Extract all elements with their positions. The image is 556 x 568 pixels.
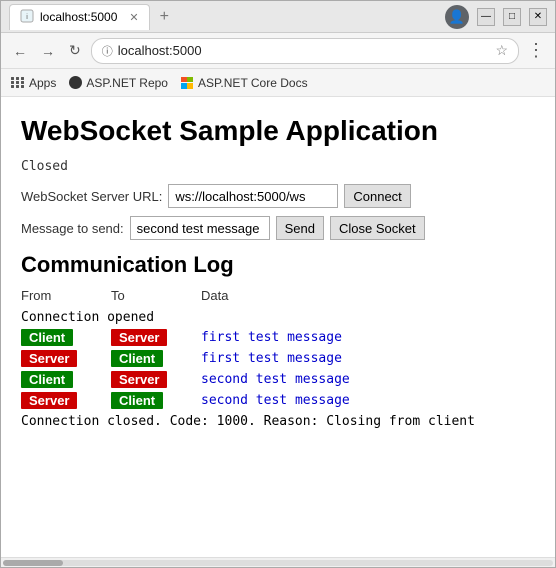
- bookmark-apps[interactable]: Apps: [11, 76, 56, 90]
- close-btn[interactable]: ✕: [529, 8, 547, 26]
- col-header-from: From: [21, 286, 111, 307]
- log-to-cell: Server: [111, 327, 201, 348]
- log-data-cell: first test message: [201, 327, 535, 348]
- log-data-cell: second test message: [201, 390, 535, 411]
- bookmarks-bar: Apps ASP.NET Repo ASP.NET Core Docs: [1, 69, 555, 97]
- log-from-cell: Client: [21, 369, 111, 390]
- page-title: WebSocket Sample Application: [21, 115, 535, 147]
- address-text: localhost:5000: [118, 43, 491, 58]
- horizontal-scrollbar[interactable]: [1, 557, 555, 567]
- log-to-cell: Server: [111, 369, 201, 390]
- profile-btn[interactable]: 👤: [445, 5, 469, 29]
- col-header-to: To: [111, 286, 201, 307]
- bookmark-apps-label: Apps: [29, 76, 56, 90]
- browser-menu-btn[interactable]: ⋮: [525, 40, 547, 61]
- bookmark-aspnet-core-docs-label: ASP.NET Core Docs: [198, 76, 308, 90]
- lock-icon: ⓘ: [102, 43, 113, 59]
- log-from-cell: Server: [21, 390, 111, 411]
- msg-input[interactable]: [130, 216, 270, 240]
- maximize-btn[interactable]: □: [503, 8, 521, 26]
- github-icon: [68, 76, 82, 90]
- log-info-row: Connection closed. Code: 1000. Reason: C…: [21, 411, 535, 431]
- bookmark-aspnet-repo[interactable]: ASP.NET Repo: [68, 76, 168, 90]
- table-row: ClientServersecond test message: [21, 369, 535, 390]
- log-to-cell: Client: [111, 348, 201, 369]
- log-to-cell: Client: [111, 390, 201, 411]
- browser-window: i localhost:5000 ✕ + 👤 — □ ✕ ← → ↻ ⓘ loc…: [0, 0, 556, 568]
- table-row: ServerClientfirst test message: [21, 348, 535, 369]
- tab-close-btn[interactable]: ✕: [129, 11, 138, 24]
- scroll-thumb[interactable]: [3, 560, 63, 566]
- message-row: Message to send: Send Close Socket: [21, 216, 535, 240]
- communication-log: From To Data Connection openedClientServ…: [21, 286, 535, 431]
- bookmark-star-btn[interactable]: ☆: [495, 42, 508, 59]
- bookmark-aspnet-core-docs[interactable]: ASP.NET Core Docs: [180, 76, 308, 90]
- url-input[interactable]: [168, 184, 338, 208]
- tab-label: localhost:5000: [40, 10, 117, 24]
- table-row: Connection opened: [21, 307, 535, 327]
- log-header-row: From To Data: [21, 286, 535, 307]
- active-tab[interactable]: i localhost:5000 ✕: [9, 4, 150, 30]
- back-btn[interactable]: ←: [9, 41, 31, 61]
- log-data-cell: second test message: [201, 369, 535, 390]
- table-row: ClientServerfirst test message: [21, 327, 535, 348]
- send-btn[interactable]: Send: [276, 216, 324, 240]
- close-socket-btn[interactable]: Close Socket: [330, 216, 425, 240]
- page-content: WebSocket Sample Application Closed WebS…: [1, 97, 555, 557]
- bookmark-aspnet-repo-label: ASP.NET Repo: [86, 76, 168, 90]
- table-row: Connection closed. Code: 1000. Reason: C…: [21, 411, 535, 431]
- reload-btn[interactable]: ↻: [65, 40, 85, 61]
- msg-label: Message to send:: [21, 221, 124, 236]
- log-from-cell: Server: [21, 348, 111, 369]
- connect-btn[interactable]: Connect: [344, 184, 410, 208]
- address-bar[interactable]: ⓘ localhost:5000 ☆: [91, 38, 519, 64]
- connection-status: Closed: [21, 159, 535, 174]
- profile-icon: 👤: [449, 9, 465, 25]
- forward-btn[interactable]: →: [37, 41, 59, 61]
- apps-grid-icon: [11, 76, 25, 90]
- log-info-row: Connection opened: [21, 307, 535, 327]
- browser-toolbar: ← → ↻ ⓘ localhost:5000 ☆ ⋮: [1, 33, 555, 69]
- ms-flag-icon: [180, 76, 194, 90]
- tab-favicon: i: [20, 9, 34, 26]
- new-tab-btn[interactable]: +: [154, 8, 175, 26]
- url-label: WebSocket Server URL:: [21, 189, 162, 204]
- log-from-cell: Client: [21, 327, 111, 348]
- scroll-track: [3, 560, 553, 566]
- titlebar: i localhost:5000 ✕ + 👤 — □ ✕: [1, 1, 555, 33]
- col-header-data: Data: [201, 286, 535, 307]
- minimize-btn[interactable]: —: [477, 8, 495, 26]
- log-data-cell: first test message: [201, 348, 535, 369]
- url-row: WebSocket Server URL: Connect: [21, 184, 535, 208]
- window-controls: 👤 — □ ✕: [445, 5, 547, 29]
- log-title: Communication Log: [21, 252, 535, 278]
- table-row: ServerClientsecond test message: [21, 390, 535, 411]
